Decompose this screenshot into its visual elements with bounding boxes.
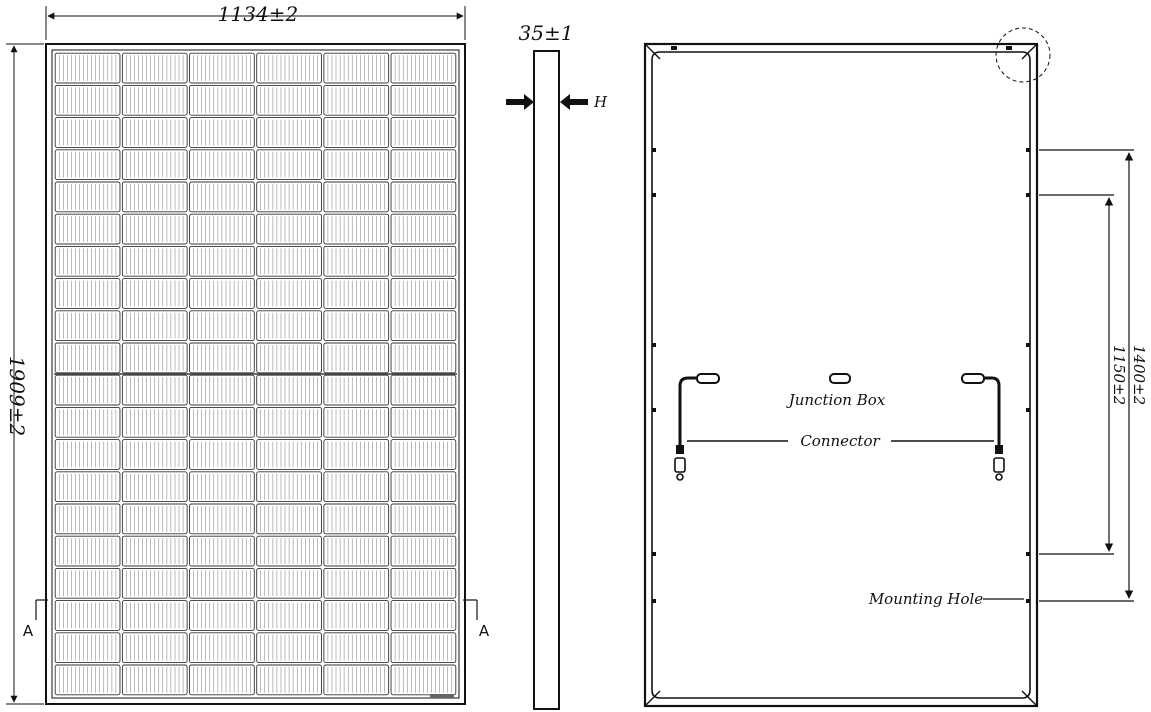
frame-hole <box>1026 552 1030 556</box>
panel-drawing: 1134±2 1909±2 A A 35±1 H Junction Box Co… <box>5 2 1148 710</box>
frame-hole <box>652 193 656 197</box>
frame-hole <box>1026 343 1030 347</box>
dim-outer-label: 1400±2 <box>1130 345 1148 405</box>
frame-hole <box>652 148 656 152</box>
frame-hole <box>652 599 656 603</box>
junction-box-label: Junction Box <box>786 391 886 409</box>
thickness-label: 35±1 <box>519 21 574 45</box>
width-label: 1134±2 <box>218 2 298 26</box>
side-profile <box>533 50 560 710</box>
junction-box-right <box>961 373 985 384</box>
frame-hole <box>652 343 656 347</box>
h-arrow-left <box>506 94 534 110</box>
side-view: 35±1 H <box>506 21 608 710</box>
section-marker-right: A <box>463 599 490 640</box>
frame-hole <box>652 408 656 412</box>
frame-hole <box>1026 193 1030 197</box>
h-label: H <box>593 93 608 111</box>
frame-hole <box>1026 148 1030 152</box>
section-label-right: A <box>479 622 490 640</box>
h-arrow-right <box>560 94 588 110</box>
frame-hole <box>652 552 656 556</box>
frame-hole <box>1026 408 1030 412</box>
dim-inner-label: 1150±2 <box>1110 345 1128 405</box>
label-plate <box>430 694 454 698</box>
junction-box-center <box>829 373 851 384</box>
mounting-hole-label: Mounting Hole <box>868 590 983 608</box>
frame-hole <box>1026 599 1030 603</box>
height-label: 1909±2 <box>5 356 29 436</box>
front-view: 1134±2 1909±2 A A <box>5 2 490 705</box>
section-label-left: A <box>23 622 34 640</box>
section-marker-left: A <box>23 599 48 640</box>
connector-label: Connector <box>800 432 880 450</box>
back-view: Junction Box Connector Mounting Hole 115… <box>643 27 1148 708</box>
junction-box-left <box>696 373 720 384</box>
